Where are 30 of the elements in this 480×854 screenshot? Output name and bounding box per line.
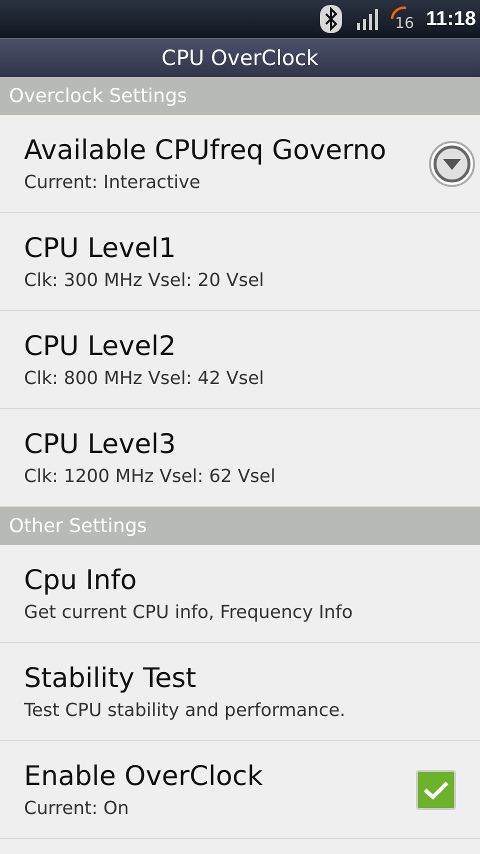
preference-item[interactable]: Stability Test Test CPU stability and performance. [0, 643, 480, 741]
section-header: Overclock Settings [0, 77, 480, 115]
clock: 11:18 [426, 8, 476, 30]
item-summary: Current: On [24, 798, 130, 818]
app-title: CPU OverClock [162, 46, 318, 70]
preference-item[interactable]: CPU Level1 Clk: 300 MHz Vsel: 20 Vsel [0, 213, 480, 311]
section-header: Other Settings [0, 507, 480, 545]
item-summary: Test CPU stability and performance. [24, 700, 346, 720]
item-title: CPU Level2 [24, 330, 177, 362]
battery-indicator: 16 [390, 6, 416, 32]
checkbox[interactable] [416, 770, 456, 810]
item-title: Enable OverClock [24, 760, 264, 792]
preference-item[interactable]: Enable OverClock Current: On [0, 741, 480, 839]
preference-item[interactable]: Cpu Info Get current CPU info, Frequency Info [0, 545, 480, 643]
item-title: CPU Level1 [24, 232, 177, 264]
checkmark-icon [422, 778, 450, 800]
dropdown-icon[interactable] [428, 140, 476, 188]
item-summary: Clk: 1200 MHz Vsel: 62 Vsel [24, 466, 276, 486]
item-title: Available CPUfreq Governo [24, 134, 388, 166]
item-title: Stability Test [24, 662, 198, 694]
item-title: Cpu Info [24, 564, 138, 596]
item-summary: Get current CPU info, Frequency Info [24, 602, 354, 622]
bluetooth-icon [320, 5, 342, 33]
item-summary: Clk: 300 MHz Vsel: 20 Vsel [24, 270, 266, 290]
preference-item[interactable]: CPU Level2 Clk: 800 MHz Vsel: 42 Vsel [0, 311, 480, 409]
item-summary: Current: Interactive [24, 172, 202, 192]
preference-item[interactable]: Available CPUfreq Governo Current: Interactive [0, 115, 480, 213]
item-summary: Clk: 800 MHz Vsel: 42 Vsel [24, 368, 266, 388]
item-title: CPU Level3 [24, 428, 177, 460]
signal-icon [356, 8, 380, 30]
